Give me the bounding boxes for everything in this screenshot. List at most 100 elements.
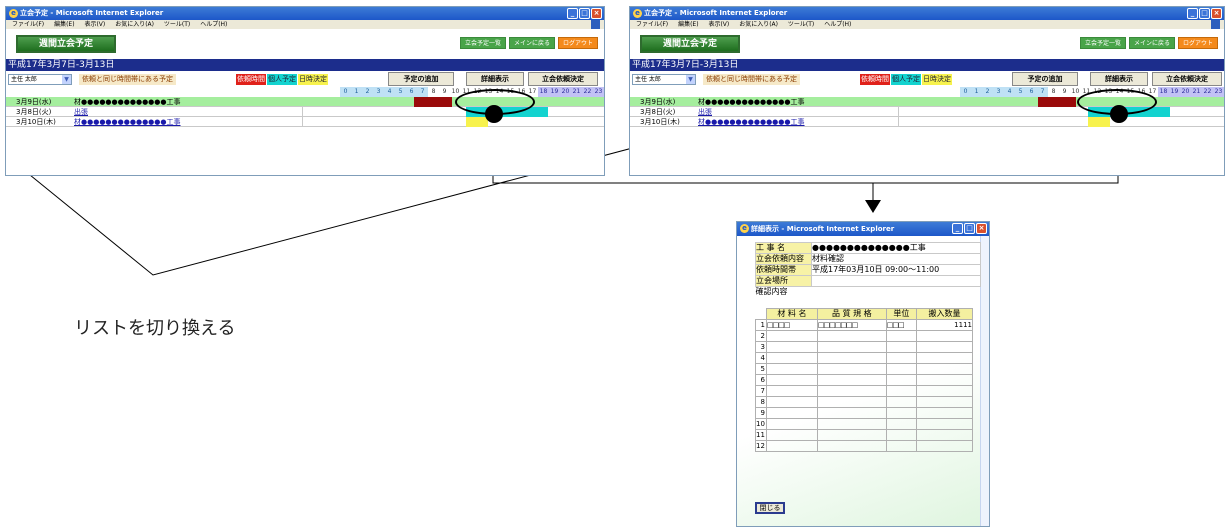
unit [885, 352, 918, 364]
callout-dot [485, 105, 503, 123]
minimize-button[interactable]: _ [1187, 8, 1198, 19]
window-titlebar[interactable]: e 立会予定 - Microsoft Internet Explorer _ □… [630, 7, 1224, 20]
hour-cell: 18 [1158, 87, 1169, 97]
control-row: 主任 太郎 ▼ 依頼と同じ時間帯にある予定 依頼時間 個人予定 日時決定 予定の… [6, 71, 604, 87]
row-date: 3月10日(木) [640, 118, 680, 126]
window-titlebar[interactable]: e 詳細表示 - Microsoft Internet Explorer _ □… [737, 222, 989, 236]
row-number: 12 [755, 440, 767, 452]
row-link[interactable]: 出張 [698, 107, 712, 117]
hour-cell: 2 [982, 87, 993, 97]
back-to-main-button[interactable]: メインに戻る [1128, 37, 1175, 49]
table-row: 1 □□□□ □□□□□□□ □□□ 1111 [755, 319, 973, 331]
hour-cell: 3 [373, 87, 384, 97]
menu-tools[interactable]: ツール(T) [164, 21, 190, 28]
fixed-block [1088, 117, 1110, 127]
qty [916, 341, 973, 353]
unit [885, 429, 918, 441]
schedule-row[interactable]: 3月10日(木) 材●●●●●●●●●●●●●●工事 [6, 117, 604, 127]
hour-cell: 6 [1026, 87, 1037, 97]
material-name-header: 材 料 名 [765, 308, 818, 320]
menu-view[interactable]: 表示(V) [708, 21, 729, 28]
menu-favorites[interactable]: お気に入り(A) [739, 21, 778, 28]
arrow-down-icon [865, 200, 881, 213]
qty [916, 407, 973, 419]
logout-button[interactable]: ログアウト [557, 37, 598, 49]
person-select[interactable]: 主任 太郎 ▼ [8, 74, 72, 85]
back-to-main-button[interactable]: メインに戻る [508, 37, 555, 49]
detail-window: e 詳細表示 - Microsoft Internet Explorer _ □… [736, 221, 990, 527]
close-detail-button[interactable]: 閉じる [755, 502, 785, 514]
callout-dot [1110, 105, 1128, 123]
minimize-button[interactable]: _ [567, 8, 578, 19]
hour-cell: 5 [1015, 87, 1026, 97]
detail-row: 依頼時間帯 平成17年03月10日 09:00～11:00 [755, 264, 981, 276]
divider [302, 107, 303, 116]
menu-edit[interactable]: 編集(E) [678, 21, 698, 28]
decide-request-button[interactable]: 立会依頼決定 [1152, 72, 1222, 86]
materials-header: 材 料 名 品 質 規 格 単位 搬入数量 [756, 308, 973, 320]
hour-cell: 1 [971, 87, 982, 97]
menu-help[interactable]: ヘルプ(H) [200, 21, 227, 28]
scrollbar[interactable] [980, 236, 989, 526]
row-link[interactable]: 出張 [74, 107, 88, 117]
chevron-down-icon[interactable]: ▼ [62, 75, 71, 84]
material-name [765, 429, 818, 441]
hour-cell: 19 [1169, 87, 1180, 97]
person-select[interactable]: 主任 太郎 ▼ [632, 74, 696, 85]
maximize-button[interactable]: □ [579, 8, 590, 19]
material-name [765, 385, 818, 397]
field-label: 確認内容 [755, 287, 788, 297]
field-value: 平成17年03月10日 09:00～11:00 [811, 264, 981, 276]
add-schedule-button[interactable]: 予定の追加 [388, 72, 454, 86]
chevron-down-icon[interactable]: ▼ [686, 75, 695, 84]
row-link[interactable]: 材●●●●●●●●●●●●●●工事 [74, 117, 181, 127]
qty [916, 429, 973, 441]
schedule-list-button[interactable]: 立会予定一覧 [459, 37, 506, 49]
material-name [765, 407, 818, 419]
schedule-list-button[interactable]: 立会予定一覧 [1079, 37, 1126, 49]
close-button[interactable]: × [591, 8, 602, 19]
legend: 依頼時間 個人予定 日時決定 [860, 74, 952, 85]
material-name: □□□□ [765, 319, 818, 331]
menu-edit[interactable]: 編集(E) [54, 21, 74, 28]
menu-tools[interactable]: ツール(T) [788, 21, 814, 28]
hour-cell: 23 [1213, 87, 1224, 97]
row-link[interactable]: 材●●●●●●●●●●●●●●工事 [698, 117, 805, 127]
close-button[interactable]: × [1211, 8, 1222, 19]
detail-button[interactable]: 詳細表示 [466, 72, 524, 86]
menu-bar: ファイル(F) 編集(E) 表示(V) お気に入り(A) ツール(T) ヘルプ(… [6, 20, 604, 29]
detail-button[interactable]: 詳細表示 [1090, 72, 1148, 86]
row-number: 9 [755, 407, 767, 419]
qty [916, 418, 973, 430]
row-date: 3月9日(水) [16, 98, 52, 106]
same-hours-label: 依頼と同じ時間帯にある予定 [79, 74, 176, 85]
table-row: 4 [755, 352, 973, 364]
person-select-value: 主任 太郎 [635, 76, 661, 83]
window-titlebar[interactable]: e 立会予定 - Microsoft Internet Explorer _ □… [6, 7, 604, 20]
menu-file[interactable]: ファイル(F) [12, 21, 44, 28]
row-number: 6 [755, 374, 767, 386]
field-label: 立会依頼内容 [755, 253, 812, 265]
window-title: 立会予定 - Microsoft Internet Explorer [644, 9, 788, 17]
hour-cell: 8 [428, 87, 439, 97]
detail-row: 確認内容 [756, 287, 981, 298]
menu-help[interactable]: ヘルプ(H) [824, 21, 851, 28]
legend-fixed: 日時決定 [922, 74, 952, 85]
table-row: 6 [755, 374, 973, 386]
decide-request-button[interactable]: 立会依頼決定 [528, 72, 598, 86]
close-button[interactable]: × [976, 223, 987, 234]
schedule-row[interactable]: 3月10日(木) 材●●●●●●●●●●●●●●工事 [630, 117, 1224, 127]
qty [916, 385, 973, 397]
maximize-button[interactable]: □ [964, 223, 975, 234]
spec [816, 396, 887, 408]
menu-file[interactable]: ファイル(F) [636, 21, 668, 28]
logout-button[interactable]: ログアウト [1177, 37, 1218, 49]
spec [816, 341, 887, 353]
add-schedule-button[interactable]: 予定の追加 [1012, 72, 1078, 86]
minimize-button[interactable]: _ [952, 223, 963, 234]
menu-view[interactable]: 表示(V) [84, 21, 105, 28]
hour-cell: 20 [560, 87, 571, 97]
hour-cell: 21 [571, 87, 582, 97]
menu-favorites[interactable]: お気に入り(A) [115, 21, 154, 28]
maximize-button[interactable]: □ [1199, 8, 1210, 19]
